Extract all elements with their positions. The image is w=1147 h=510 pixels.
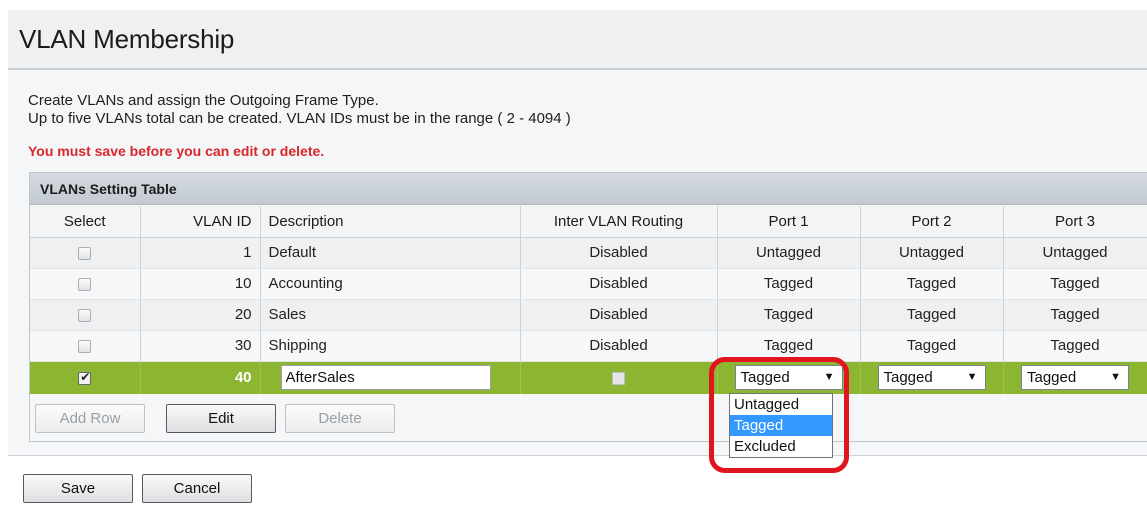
description-cell: Sales [260,299,521,331]
header-port-2: Port 2 [860,206,1004,238]
description-cell: Accounting [260,268,521,300]
vlan-id-cell-editing: 40 [140,361,261,394]
edit-button[interactable]: Edit [166,404,276,433]
vlan-settings-table: VLANs Setting Table Select VLAN ID Descr… [29,172,1147,442]
header-port-1: Port 1 [717,206,861,238]
row-select-checkbox[interactable] [78,277,92,291]
row-select-checkbox-checked[interactable] [78,370,92,385]
save-button[interactable]: Save [23,474,133,503]
port1-cell: Untagged [717,237,861,269]
save-warning: You must save before you can edit or del… [28,143,325,159]
intro-text-line-2: Up to five VLANs total can be created. V… [28,110,571,127]
routing-cell: Disabled [520,299,718,331]
table-row: 1 Default Disabled Untagged Untagged Unt… [30,237,1147,269]
delete-button[interactable]: Delete [285,404,395,433]
port1-cell: Tagged [717,330,861,362]
port2-select-value: Tagged [883,369,933,387]
port3-cell: Tagged [1003,330,1147,362]
port2-select[interactable]: Tagged ▼ [877,365,986,391]
dropdown-option-excluded[interactable]: Excluded [730,436,832,457]
port2-cell: Tagged [860,330,1004,362]
dropdown-option-tagged[interactable]: Tagged [730,415,832,436]
port3-select-value: Tagged [1027,369,1077,387]
port1-select-value: Tagged [740,369,790,387]
vlan-id-cell: 30 [140,330,261,362]
header-description: Description [260,206,521,238]
vlan-id-cell: 20 [140,299,261,331]
header-select: Select [30,206,141,238]
intro-text-line-1: Create VLANs and assign the Outgoing Fra… [28,92,379,109]
port1-cell: Tagged [717,268,861,300]
add-row-button[interactable]: Add Row [35,404,145,433]
port1-dropdown-list: Untagged Tagged Excluded [729,393,833,458]
row-select-checkbox[interactable] [78,308,92,322]
row-select-checkbox[interactable] [78,339,92,353]
routing-cell: Disabled [520,330,718,362]
routing-cell: Disabled [520,237,718,269]
editing-row: 40 Tagged ▼ Tagged ▼ [30,361,1147,394]
port2-cell: Tagged [860,299,1004,331]
table-caption: VLANs Setting Table [30,173,1147,205]
dropdown-option-untagged[interactable]: Untagged [730,394,832,415]
header-inter-vlan-routing: Inter VLAN Routing [520,206,718,238]
port3-cell: Tagged [1003,268,1147,300]
vlan-id-cell: 10 [140,268,261,300]
table-row: 10 Accounting Disabled Tagged Tagged Tag… [30,268,1147,300]
routing-cell: Disabled [520,268,718,300]
page-title: VLAN Membership [19,24,235,54]
table-row: 20 Sales Disabled Tagged Tagged Tagged [30,299,1147,331]
cancel-button[interactable]: Cancel [142,474,252,503]
dropdown-arrow-icon: ▼ [966,371,978,384]
inter-vlan-routing-checkbox[interactable] [612,371,625,385]
port3-cell: Untagged [1003,237,1147,269]
port1-select[interactable]: Tagged ▼ [734,365,843,391]
dropdown-arrow-icon: ▼ [1110,371,1121,384]
header-port-3: Port 3 [1003,206,1147,238]
description-cell: Default [260,237,521,269]
header-vlan-id: VLAN ID [140,206,261,238]
description-cell: Shipping [260,330,521,362]
port3-select[interactable]: Tagged ▼ [1021,365,1129,391]
dropdown-arrow-icon: ▼ [823,371,835,384]
vlan-table: Select VLAN ID Description Inter VLAN Ro… [30,206,1147,394]
vlan-id-cell: 1 [140,237,261,269]
port2-cell: Untagged [860,237,1004,269]
port2-cell: Tagged [860,268,1004,300]
port3-cell: Tagged [1003,299,1147,331]
description-input[interactable] [280,365,491,391]
table-row: 30 Shipping Disabled Tagged Tagged Tagge… [30,330,1147,362]
page-header: VLAN Membership [8,10,1147,70]
port1-cell: Tagged [717,299,861,331]
row-select-checkbox[interactable] [78,246,92,260]
